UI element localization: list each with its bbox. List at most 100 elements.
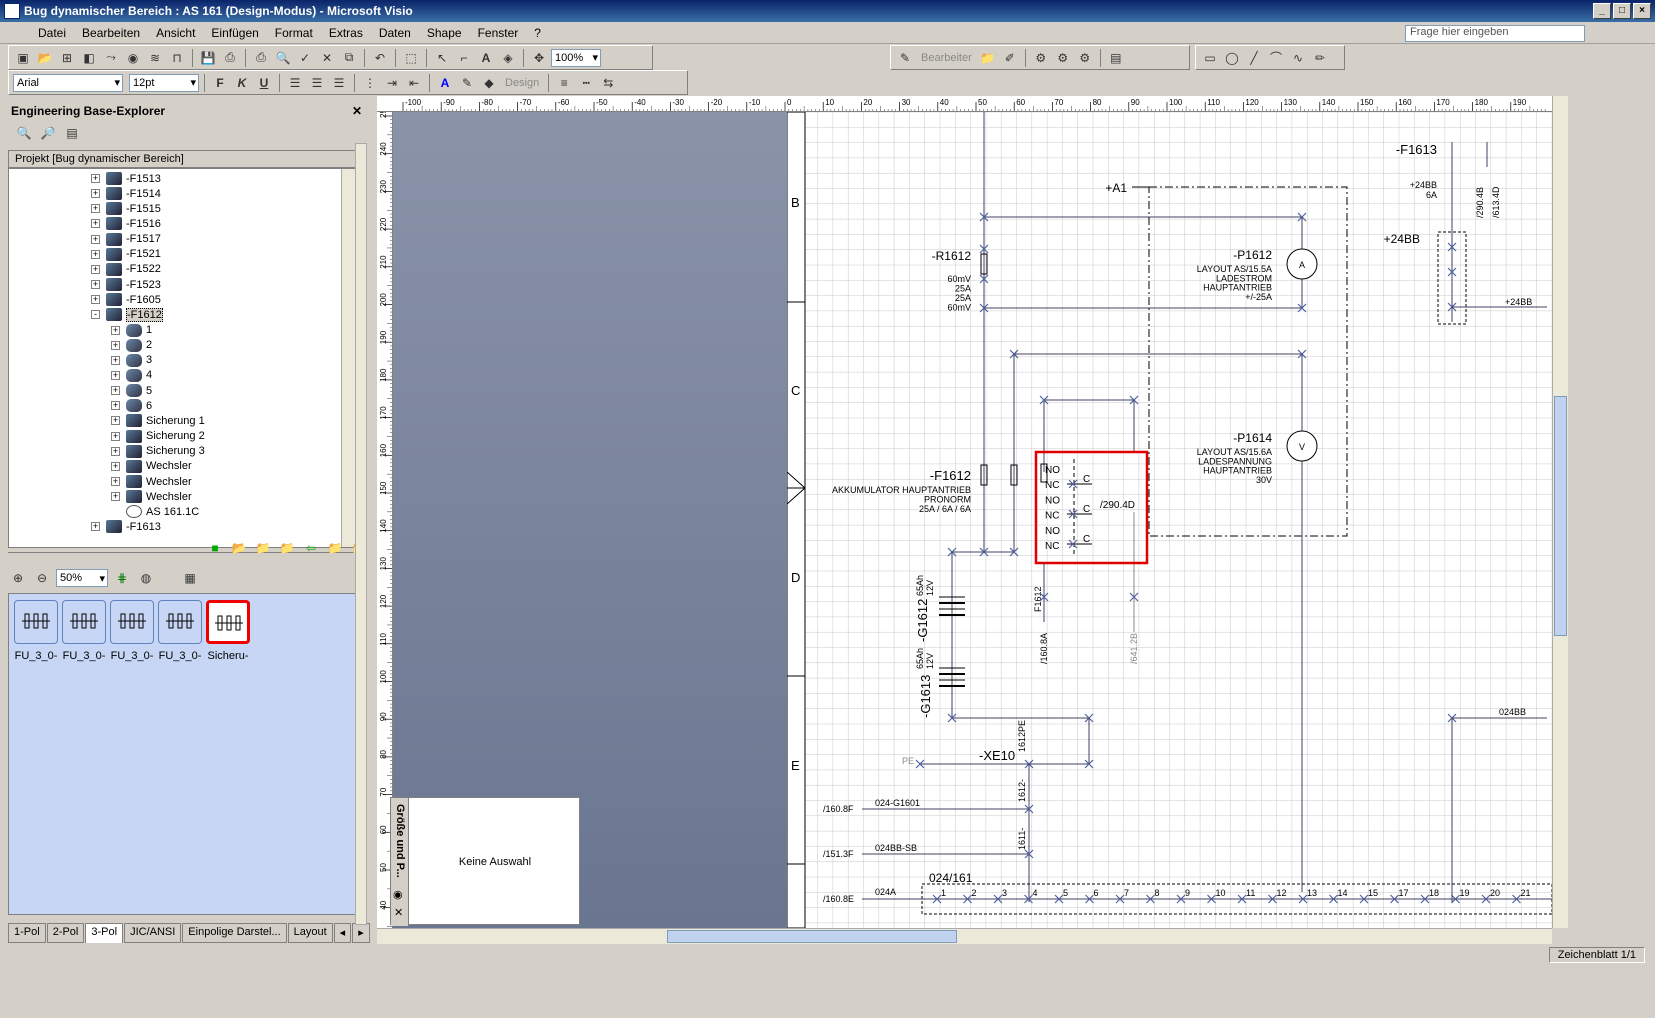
tree-item[interactable]: - -F1612 [91,307,163,322]
close-icon[interactable]: ✕ [394,906,403,919]
expand-icon[interactable]: + [91,174,100,183]
align-center-icon[interactable]: ☰ [307,73,327,93]
stencil-shape[interactable]: FU_3_0- [61,600,107,662]
connector-tool-icon[interactable]: ⌐ [454,48,474,68]
folder-arrow-icon[interactable]: 📁 [325,538,345,558]
ellipse-icon[interactable]: ◯ [1222,48,1242,68]
menu-item-0[interactable]: Datei [30,26,74,40]
pointer-icon[interactable]: ↖ [432,48,452,68]
open-icon[interactable]: 📂 [35,48,55,68]
expand-icon[interactable]: + [111,355,120,365]
expand-icon[interactable]: + [111,461,120,471]
stencil-tab[interactable]: JIC/ANSI [124,923,182,943]
folder-open-icon[interactable]: 📂 [229,538,249,558]
folder-settings-icon[interactable]: 📁 [253,538,273,558]
explorer-tree[interactable]: + -F1513 + -F1514 + -F1515 + -F1516 + -F1517 + -F15… [8,168,358,548]
scroll-thumb[interactable] [667,930,957,943]
rectangle-icon[interactable]: ▭ [1200,48,1220,68]
visio-app-icon[interactable] [4,3,20,19]
collapse-icon[interactable]: - [91,310,100,320]
tree-item[interactable]: + -F1514 [91,186,161,201]
tree-item[interactable]: + -F1513 [91,171,161,186]
tree-item[interactable]: + -F1515 [91,201,161,216]
zoom-out-icon[interactable]: ⊖ [32,568,52,588]
tree-item[interactable]: + -F1523 [91,277,161,292]
tree-item[interactable]: + -F1613 [91,519,161,534]
scroll-thumb[interactable] [1554,396,1567,636]
close-window-button[interactable]: × [1633,3,1651,19]
list-view-icon[interactable]: ▤ [62,123,82,143]
zoom-in-icon[interactable]: ⊕ [8,568,28,588]
menu-item-6[interactable]: Daten [371,26,419,40]
save-icon[interactable]: 💾 [198,48,218,68]
menu-item-7[interactable]: Shape [419,26,470,40]
expand-icon[interactable]: + [91,204,100,214]
new-item-icon[interactable]: ■ [205,538,225,558]
line-icon[interactable]: ╱ [1244,48,1264,68]
tree-item[interactable]: +4 [111,368,152,383]
expand-icon[interactable]: + [91,189,100,199]
expand-icon[interactable]: + [91,264,100,274]
print-preview-icon[interactable]: ⎙ [220,48,240,68]
copy-icon[interactable]: ⧉ [339,48,359,68]
expand-icon[interactable]: + [91,522,100,532]
tree-item[interactable]: + Sicherung 1 [111,413,205,428]
stencil-shape[interactable]: FU_3_0- [13,600,59,662]
connector-icon[interactable]: ⤳ [101,48,121,68]
tree-item[interactable]: + Wechsler [111,459,192,474]
stencil-shape[interactable]: Sicheru- [205,600,251,662]
expand-icon[interactable]: + [111,416,120,426]
expand-icon[interactable]: + [111,370,120,380]
stencil-zoom-select[interactable]: 50% ▾ [56,569,108,587]
align-right-icon[interactable]: ☰ [329,73,349,93]
edit-dropdown[interactable]: Bearbeiter [921,52,972,64]
expand-icon[interactable]: + [111,446,120,456]
spelling-icon[interactable]: ✓ [295,48,315,68]
tree-item[interactable]: +2 [111,338,152,353]
expand-icon[interactable]: + [111,431,120,441]
menu-item-9[interactable]: ? [526,26,549,40]
brush-icon[interactable]: ✐ [1000,48,1020,68]
delete-icon[interactable]: ✕ [317,48,337,68]
expand-icon[interactable]: + [91,234,100,244]
gear-icon[interactable]: ⚙ [1031,48,1051,68]
tree-item[interactable]: + -F1516 [91,216,161,231]
font-color-icon[interactable]: A [435,73,455,93]
maximize-button[interactable]: □ [1613,3,1631,19]
tree-item[interactable]: + -F1521 [91,247,161,262]
outdent-icon[interactable]: ⇤ [404,73,424,93]
stencil-shape[interactable]: FU_3_0- [109,600,155,662]
tree-item[interactable]: AS 161.1C [111,504,199,519]
tree-item[interactable]: +3 [111,353,152,368]
expand-icon[interactable]: + [91,295,100,305]
pin-icon[interactable]: ◉ [393,888,403,901]
pencil-icon[interactable]: ✏ [1310,48,1330,68]
filter-icon[interactable]: ◍ [136,568,156,588]
tree-item[interactable]: +5 [111,383,152,398]
align-left-icon[interactable]: ☰ [285,73,305,93]
horizontal-scrollbar[interactable] [377,928,1552,944]
tree-item[interactable]: + Sicherung 3 [111,444,205,459]
tree-item[interactable]: + -F1605 [91,292,161,307]
undo-icon[interactable]: ↶ [370,48,390,68]
stencil-tab[interactable]: Layout [287,923,333,943]
layers-icon[interactable]: ≋ [145,48,165,68]
gear-icon[interactable]: ⚙ [1053,48,1073,68]
expand-icon[interactable]: + [91,219,100,229]
tree-item[interactable]: +1 [111,323,152,338]
stencil-tab[interactable]: Einpolige Darstel... [182,923,287,943]
tree-item[interactable]: + Wechsler [111,474,192,489]
pan-icon[interactable]: ✥ [529,48,549,68]
layout-icon[interactable]: ▦ [180,568,200,588]
shapes-icon[interactable]: ⬚ [401,48,421,68]
tree-item[interactable]: + Wechsler [111,489,192,504]
tree-item[interactable]: + -F1522 [91,262,161,277]
text-tool-icon[interactable]: A [476,48,496,68]
preview-icon[interactable]: 🔍 [273,48,293,68]
arc-icon[interactable]: ⌒ [1266,48,1286,68]
font-select[interactable]: Arial ▾ [13,73,123,92]
minimize-button[interactable]: _ [1593,3,1611,19]
line-pattern-icon[interactable]: ┅ [576,73,596,93]
tree-item[interactable]: +6 [111,398,152,413]
expand-icon[interactable]: + [111,477,120,486]
